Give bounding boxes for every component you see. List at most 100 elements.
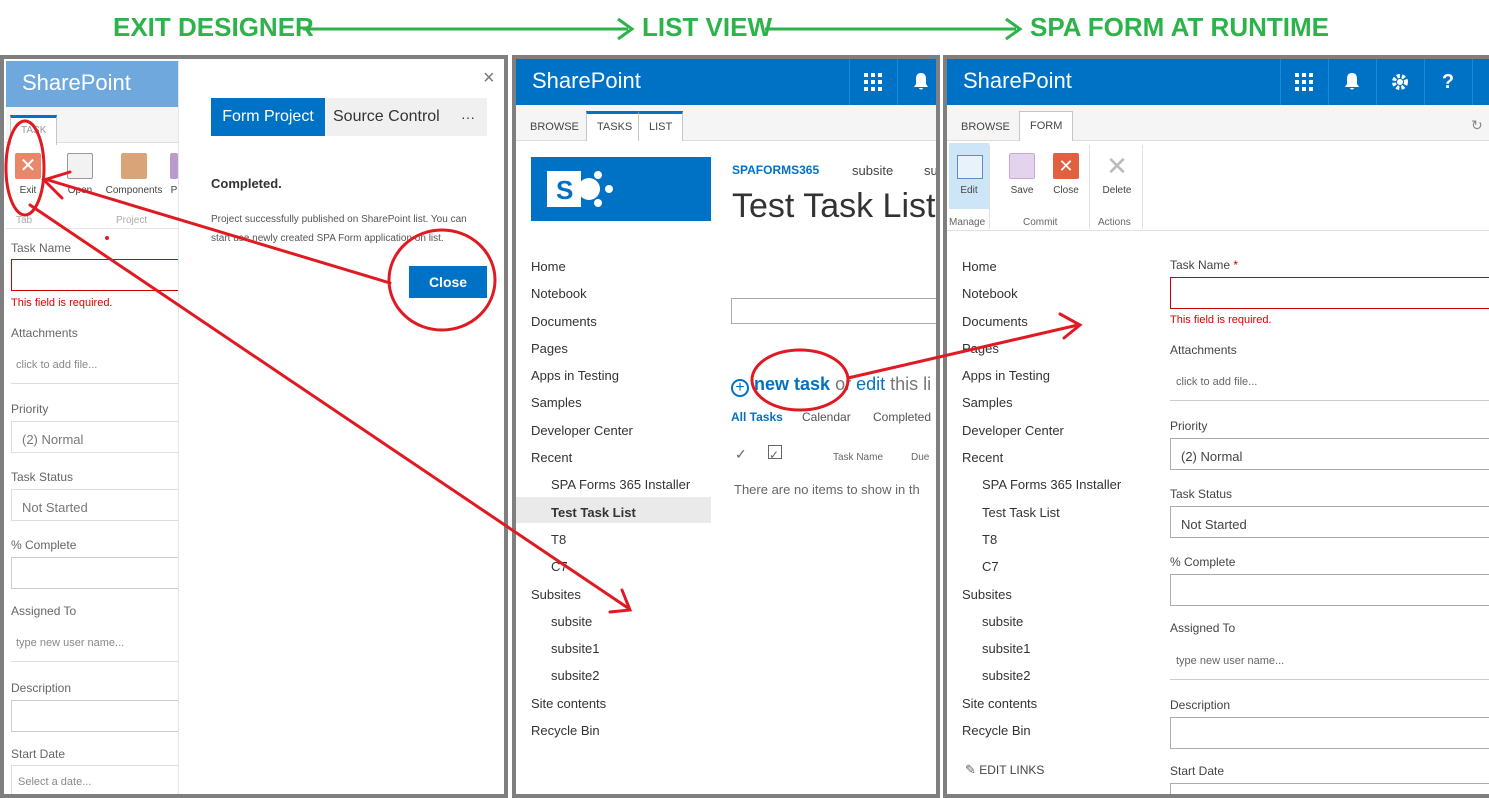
gear-icon[interactable] [1376, 59, 1423, 105]
column-task-name[interactable]: Task Name [833, 452, 883, 463]
select-all-checkbox[interactable]: ✓ [768, 445, 782, 461]
task-name-error: This field is required. [1170, 314, 1272, 326]
bell-icon[interactable] [897, 59, 936, 105]
nav-site-contents[interactable]: Site contents [962, 696, 1037, 711]
delete-button[interactable]: ✕ Delete [1099, 153, 1135, 196]
nav-developer-center[interactable]: Developer Center [531, 423, 633, 438]
nav-subsite2[interactable]: subsite2 [551, 668, 599, 683]
nav-recent-test-task-list[interactable]: Test Task List [551, 505, 636, 520]
nav-subsite2[interactable]: subsite2 [982, 668, 1030, 683]
edit-link[interactable]: edit [856, 374, 885, 394]
nav-apps-in-testing[interactable]: Apps in Testing [962, 368, 1050, 383]
view-all-tasks[interactable]: All Tasks [731, 410, 783, 424]
edit-label: Edit [960, 185, 978, 196]
nav-notebook[interactable]: Notebook [531, 286, 587, 301]
task-status-select[interactable]: Not Started [11, 489, 186, 521]
nav-documents[interactable]: Documents [531, 314, 597, 329]
divider [11, 661, 178, 662]
close-x-icon[interactable]: × [483, 67, 495, 90]
nav-recent-t8[interactable]: T8 [551, 532, 566, 547]
panel-spa-form: SharePoint ? BROWSE FORM ↻ Edit Save ✕ C… [943, 55, 1489, 798]
complete-input[interactable] [11, 557, 186, 589]
nav-subsite[interactable]: subsite [551, 614, 592, 629]
tab-source-control[interactable]: Source Control ··· [325, 98, 487, 136]
priority-select[interactable]: (2) Normal [1170, 438, 1489, 470]
sub-link-partial[interactable]: su [924, 163, 936, 178]
nav-site-contents[interactable]: Site contents [531, 696, 606, 711]
nav-home[interactable]: Home [962, 259, 997, 274]
tab-tasks[interactable]: TASKS [586, 111, 643, 141]
more-icon[interactable]: ··· [461, 98, 475, 136]
sub-link-subsite[interactable]: subsite [852, 163, 893, 178]
priority-value: (2) Normal [22, 432, 84, 447]
tab-form-project[interactable]: Form Project [211, 98, 325, 136]
tab-form[interactable]: FORM [1019, 111, 1074, 141]
nav-recycle-bin[interactable]: Recycle Bin [962, 723, 1031, 738]
nav-recent[interactable]: Recent [962, 450, 1003, 465]
tab-browse[interactable]: BROWSE [951, 111, 1020, 141]
view-calendar[interactable]: Calendar [802, 410, 851, 424]
nav-recent-installer[interactable]: SPA Forms 365 Installer [551, 477, 690, 492]
nav-subsites[interactable]: Subsites [962, 587, 1012, 602]
site-name[interactable]: SPAFORMS365 [732, 163, 819, 177]
edit-button[interactable]: Edit [949, 143, 989, 209]
assigned-input[interactable]: type new user name... [1176, 655, 1284, 667]
nav-subsite1[interactable]: subsite1 [551, 641, 599, 656]
nav-pages[interactable]: Pages [531, 341, 568, 356]
open-button[interactable]: Open [61, 153, 99, 196]
assigned-input[interactable]: type new user name... [16, 637, 124, 649]
nav-subsites[interactable]: Subsites [531, 587, 581, 602]
site-logo[interactable]: S [531, 157, 711, 221]
bell-icon[interactable] [1328, 59, 1375, 105]
nav-home[interactable]: Home [531, 259, 566, 274]
nav-samples[interactable]: Samples [531, 395, 582, 410]
app-launcher-icon[interactable] [849, 59, 896, 105]
partial-button[interactable]: P [170, 153, 178, 196]
nav-pages[interactable]: Pages [962, 341, 999, 356]
refresh-icon[interactable]: ↻ [1471, 117, 1483, 134]
app-launcher-icon[interactable] [1280, 59, 1327, 105]
new-task-link[interactable]: + new task or edit this li [731, 374, 931, 397]
complete-input[interactable] [1170, 574, 1489, 606]
attachments-input[interactable]: click to add file... [16, 359, 97, 371]
nav-subsite1[interactable]: subsite1 [982, 641, 1030, 656]
nav-recycle-bin[interactable]: Recycle Bin [531, 723, 600, 738]
nav-subsite[interactable]: subsite [982, 614, 1023, 629]
nav-recent-t8[interactable]: T8 [982, 532, 997, 547]
column-due[interactable]: Due [911, 452, 929, 463]
nav-recent-c7[interactable]: C7 [551, 559, 568, 574]
start-date-input[interactable] [1170, 783, 1489, 794]
nav-recent[interactable]: Recent [531, 450, 572, 465]
tab-list[interactable]: LIST [638, 111, 684, 141]
priority-select[interactable]: (2) Normal [11, 421, 186, 453]
task-name-input[interactable] [11, 259, 186, 291]
nav-notebook[interactable]: Notebook [962, 286, 1018, 301]
task-status-select[interactable]: Not Started [1170, 506, 1489, 538]
divider [1170, 400, 1489, 401]
nav-documents[interactable]: Documents [962, 314, 1028, 329]
close-button[interactable]: Close [409, 266, 487, 298]
nav-recent-test-task-list[interactable]: Test Task List [982, 505, 1060, 520]
attachments-input[interactable]: click to add file... [1176, 376, 1257, 388]
nav-developer-center[interactable]: Developer Center [962, 423, 1064, 438]
nav-apps-in-testing[interactable]: Apps in Testing [531, 368, 619, 383]
save-button[interactable]: Save [1007, 153, 1037, 196]
nav-recent-c7[interactable]: C7 [982, 559, 999, 574]
start-date-input[interactable]: Select a date... [11, 765, 186, 794]
search-input[interactable] [731, 298, 936, 324]
components-button[interactable]: Components [102, 153, 166, 196]
tab-task[interactable]: TASK [10, 115, 58, 145]
nav-samples[interactable]: Samples [962, 395, 1013, 410]
close-form-button[interactable]: ✕ Close [1051, 153, 1081, 196]
description-input[interactable] [1170, 717, 1489, 749]
exit-button[interactable]: ✕ Exit [12, 153, 44, 196]
description-input[interactable] [11, 700, 186, 732]
help-icon[interactable]: ? [1424, 59, 1471, 105]
task-name-input[interactable] [1170, 277, 1489, 309]
edit-links[interactable]: ✎ EDIT LINKS [965, 762, 1044, 778]
task-name-label: Task Name [11, 241, 72, 255]
view-completed[interactable]: Completed [873, 410, 931, 424]
nav-recent-installer[interactable]: SPA Forms 365 Installer [982, 477, 1121, 492]
group-commit: Commit [1023, 217, 1058, 228]
tab-browse[interactable]: BROWSE [520, 111, 589, 141]
